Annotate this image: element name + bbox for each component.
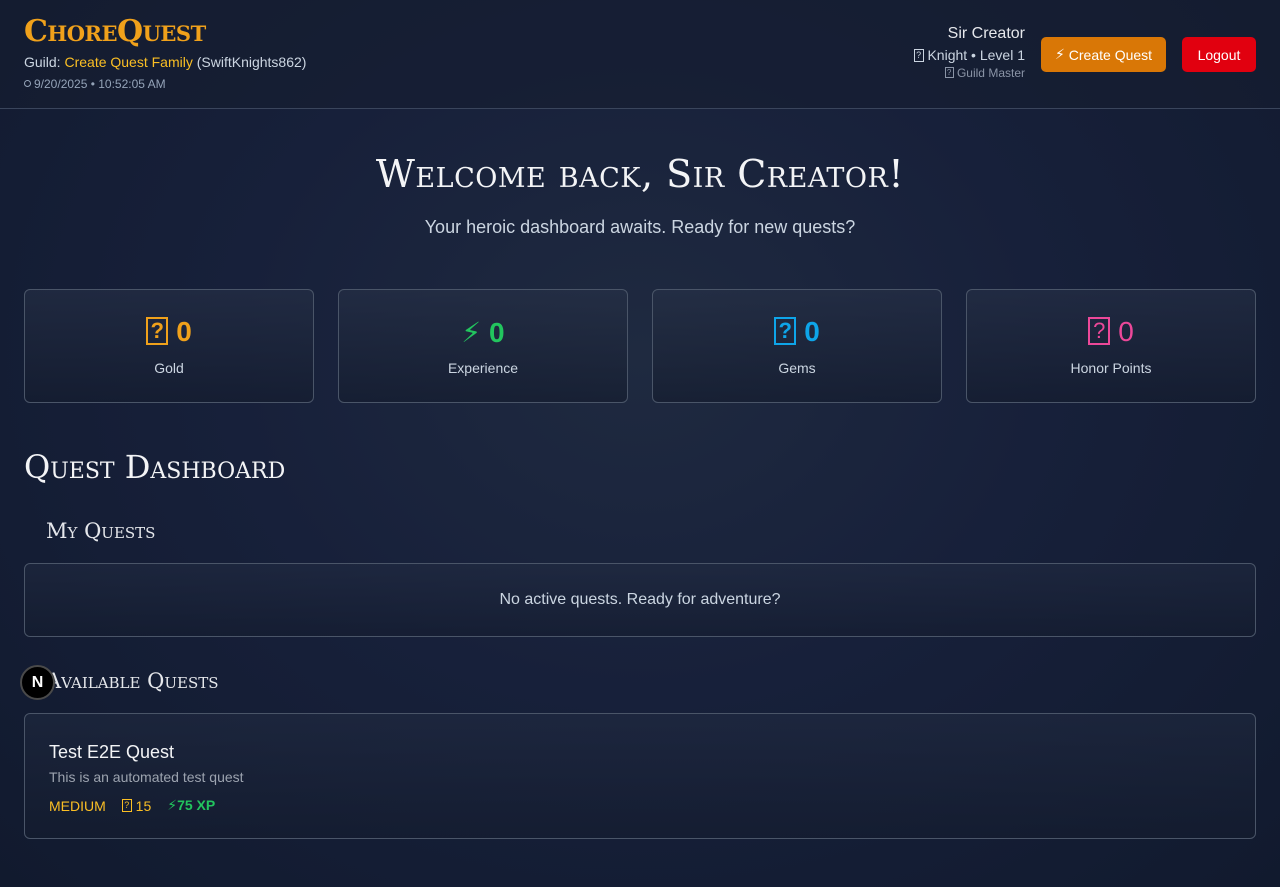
my-quests-panel: No active quests. Ready for adventure? — [24, 563, 1256, 637]
logout-button[interactable]: Logout — [1182, 37, 1256, 72]
gold-amount: 15 — [135, 797, 152, 814]
stat-card-gems: ? 0 Gems — [652, 289, 942, 403]
user-role-text: Guild Master — [956, 66, 1025, 80]
xp-amount: 75 XP — [177, 797, 216, 813]
app-logo[interactable]: ChoreQuest — [24, 14, 206, 49]
stat-label: Experience — [447, 360, 519, 376]
coin-icon: ? — [146, 316, 169, 345]
quest-description: This is an automated test quest — [49, 769, 244, 785]
welcome-title: Welcome back, Sir Creator! — [375, 152, 905, 196]
guild-code: (SwiftKnights862) — [196, 54, 307, 70]
clock-icon — [24, 80, 31, 88]
stat-value: ? 0 — [25, 316, 313, 348]
coin-icon: ? — [121, 799, 132, 813]
gem-icon: ? — [774, 316, 797, 345]
stat-value: ? 0 — [967, 316, 1255, 348]
lightning-icon: ⚡︎ — [167, 797, 178, 813]
experience-value: 0 — [489, 317, 505, 348]
stat-value: ? 0 — [653, 316, 941, 348]
stat-card-honor: ? 0 Honor Points — [966, 289, 1256, 403]
user-class-text: Knight • Level 1 — [927, 47, 1025, 63]
honor-value: 0 — [1118, 316, 1134, 347]
quest-title: Test E2E Quest — [49, 742, 175, 762]
timestamp: 9/20/2025 • 10:52:05 AM — [24, 77, 166, 91]
quest-difficulty: MEDIUM — [49, 797, 106, 814]
my-quests-title: My Quests — [46, 519, 156, 543]
quest-meta: MEDIUM ? 15 ⚡︎75 XP — [49, 797, 215, 814]
quest-xp-reward: ⚡︎75 XP — [167, 797, 215, 814]
gold-value: 0 — [176, 316, 192, 347]
quest-gold-reward: ? 15 — [121, 797, 152, 814]
create-quest-label: Create Quest — [1068, 46, 1153, 63]
class-icon: ? — [913, 48, 924, 62]
user-profile: Sir Creator ? Knight • Level 1 ? Guild M… — [913, 25, 1025, 80]
my-quests-empty-message: No active quests. Ready for adventure? — [499, 591, 781, 608]
stat-label: Gold — [154, 360, 184, 376]
guild-name: Create Quest Family — [64, 54, 193, 70]
create-quest-button[interactable]: ⚡︎ Create Quest — [1041, 37, 1166, 72]
stat-card-experience: ⚡︎ 0 Experience — [338, 289, 628, 403]
stat-card-gold: ? 0 Gold — [24, 289, 314, 403]
stat-label: Gems — [778, 360, 816, 376]
dev-tools-badge[interactable]: N — [20, 665, 55, 700]
app-header: ChoreQuest Guild: Create Quest Family (S… — [0, 0, 1280, 109]
stat-value: ⚡︎ 0 — [339, 316, 627, 349]
guild-prefix: Guild: — [24, 54, 65, 70]
medal-icon: ? — [1088, 316, 1111, 345]
quest-card[interactable]: Test E2E Quest This is an automated test… — [24, 713, 1256, 839]
lightning-icon: ⚡︎ — [461, 317, 482, 348]
user-class-level: ? Knight • Level 1 — [913, 47, 1025, 63]
timestamp-text: 9/20/2025 • 10:52:05 AM — [34, 77, 166, 91]
user-role: ? Guild Master — [914, 66, 1025, 80]
lightning-icon: ⚡︎ — [1054, 46, 1065, 62]
guild-info: Guild: Create Quest Family (SwiftKnights… — [24, 54, 306, 70]
stat-label: Honor Points — [1070, 360, 1152, 376]
role-icon: ? — [944, 67, 954, 79]
gems-value: 0 — [804, 316, 820, 347]
user-name: Sir Creator — [947, 25, 1025, 42]
welcome-subtitle: Your heroic dashboard awaits. Ready for … — [424, 217, 856, 237]
available-quests-title: Available Quests — [46, 669, 219, 693]
dashboard-title: Quest Dashboard — [24, 448, 286, 486]
